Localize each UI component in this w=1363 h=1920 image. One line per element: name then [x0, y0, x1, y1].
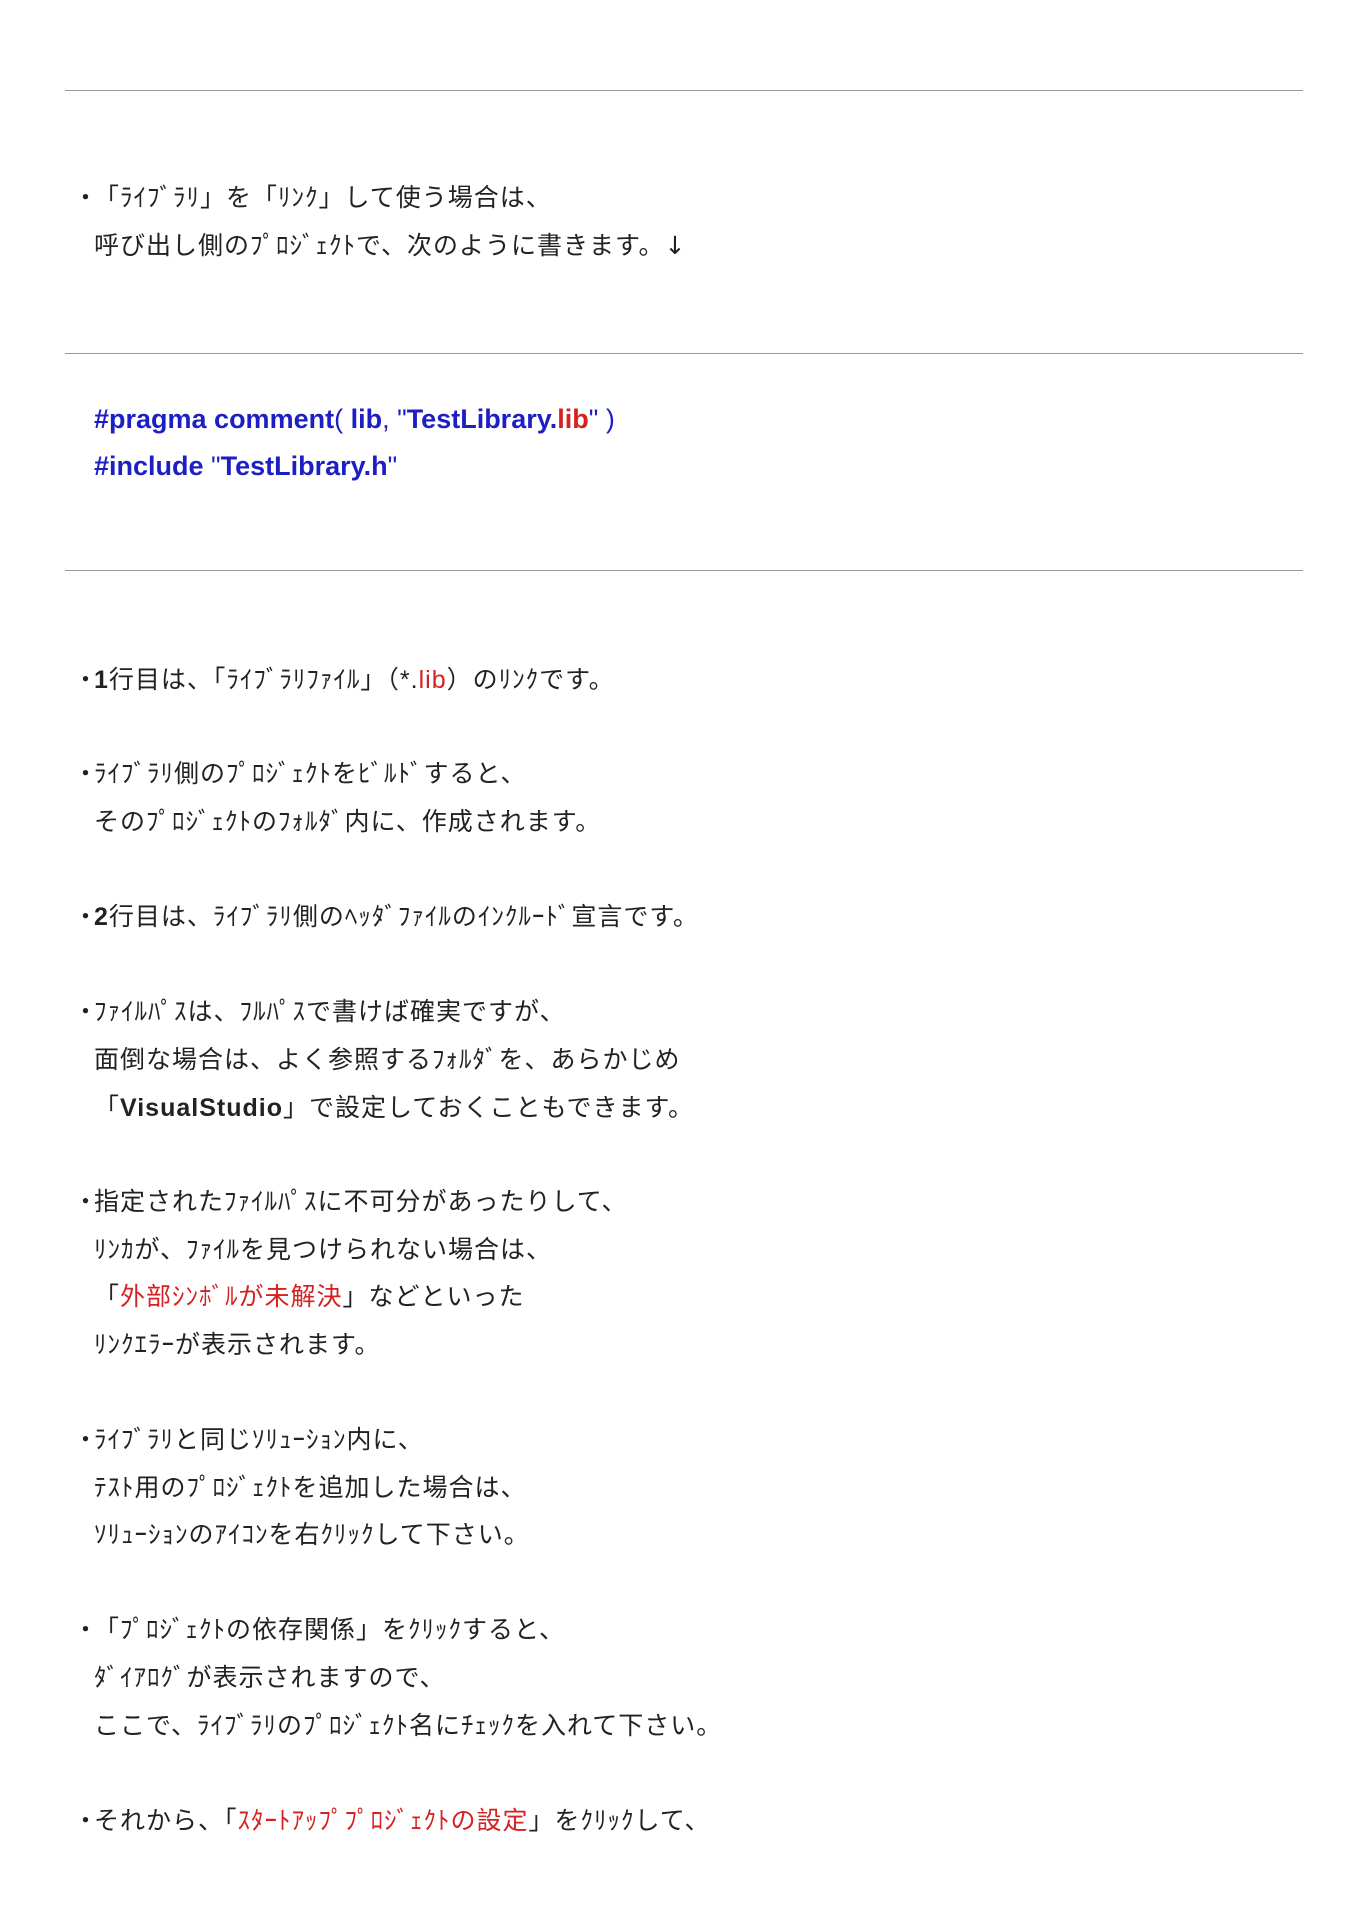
intro-text-2: 呼び出し側のﾌﾟﾛｼﾞｪｸﾄで、次のように書きます。↓	[94, 231, 687, 260]
note-5-text-4: ﾘﾝｸｴﾗｰが表示されます。	[94, 1330, 381, 1359]
bullet: ・	[73, 1425, 100, 1454]
note-7-line-2: ﾀﾞｲｱﾛｸﾞが表示されますので、	[94, 1663, 446, 1693]
note-4-line-1: ・ﾌｧｲﾙﾊﾟｽは、ﾌﾙﾊﾟｽで書けば確実ですが、	[73, 997, 566, 1027]
code-arg: lib	[350, 404, 383, 434]
code-paren-close: )	[598, 404, 615, 434]
intro-text-1: 「ﾗｲﾌﾞﾗﾘ」を「ﾘﾝｸ」して使う場合は、	[94, 183, 552, 212]
note-1: ・1行目は、「ﾗｲﾌﾞﾗﾘﾌｧｲﾙ」（*.lib）のﾘﾝｸです。	[73, 665, 615, 695]
note-4-bracket: 「	[94, 1093, 121, 1122]
note-6-line-3: ｿﾘｭｰｼｮﾝのｱｲｺﾝを右ｸﾘｯｸして下さい。	[94, 1520, 530, 1550]
note-1-text: 行目は、「ﾗｲﾌﾞﾗﾘﾌｧｲﾙ」（	[108, 665, 400, 694]
code-filename: TestLibrary.h	[220, 451, 388, 481]
note-7-line-3: ここで、ﾗｲﾌﾞﾗﾘのﾌﾟﾛｼﾞｪｸﾄ名にﾁｪｯｸを入れて下さい。	[94, 1711, 722, 1741]
note-6-line-1: ・ﾗｲﾌﾞﾗﾘと同じｿﾘｭｰｼｮﾝ内に、	[73, 1425, 424, 1455]
note-6-text-2: ﾃｽﾄ用のﾌﾟﾛｼﾞｪｸﾄを追加した場合は、	[94, 1473, 527, 1502]
code-directive: #include	[94, 451, 204, 481]
note-7-line-1: ・「ﾌﾟﾛｼﾞｪｸﾄの依存関係」をｸﾘｯｸすると、	[73, 1615, 565, 1645]
note-5-text-3: 」などといった	[342, 1282, 525, 1311]
bullet: ・	[73, 665, 100, 694]
code-directive: #pragma comment	[94, 404, 335, 434]
note-3-number: 2	[94, 903, 109, 931]
divider-top	[65, 90, 1303, 91]
note-7-text-3: ここで、ﾗｲﾌﾞﾗﾘのﾌﾟﾛｼﾞｪｸﾄ名にﾁｪｯｸを入れて下さい。	[94, 1711, 723, 1740]
note-4-line-2: 面倒な場合は、よく参照するﾌｫﾙﾀﾞを、あらかじめ	[94, 1045, 681, 1075]
bullet: ・	[73, 902, 100, 931]
note-5-bracket: 「	[94, 1282, 121, 1311]
note-8-text-end: 」をｸﾘｯｸして、	[528, 1806, 711, 1835]
code-line-1: #pragma comment( lib, "TestLibrary.lib" …	[94, 403, 615, 435]
bullet: ・	[73, 1615, 100, 1644]
note-2-text-2: そのﾌﾟﾛｼﾞｪｸﾄのﾌｫﾙﾀﾞ内に、作成されます。	[94, 807, 602, 836]
note-8-menu-item: ｽﾀｰﾄｱｯﾌﾟﾌﾟﾛｼﾞｪｸﾄの設定	[237, 1806, 529, 1835]
note-1-text-end: ）のﾘﾝｸです。	[446, 665, 615, 694]
note-1-ext: lib	[418, 666, 447, 694]
code-comma: ,	[382, 404, 398, 434]
note-2-line-1: ・ﾗｲﾌﾞﾗﾘ側のﾌﾟﾛｼﾞｪｸﾄをﾋﾞﾙﾄﾞすると、	[73, 759, 527, 789]
note-4-text-1: ﾌｧｲﾙﾊﾟｽは、ﾌﾙﾊﾟｽで書けば確実ですが、	[94, 997, 566, 1026]
note-2-text-1: ﾗｲﾌﾞﾗﾘ側のﾌﾟﾛｼﾞｪｸﾄをﾋﾞﾙﾄﾞすると、	[94, 759, 527, 788]
note-6-line-2: ﾃｽﾄ用のﾌﾟﾛｼﾞｪｸﾄを追加した場合は、	[94, 1473, 527, 1503]
note-3: ・2行目は、ﾗｲﾌﾞﾗﾘ側のﾍｯﾀﾞﾌｧｲﾙのｲﾝｸﾙｰﾄﾞ宣言です。	[73, 902, 699, 932]
code-extension: lib	[557, 404, 589, 434]
note-8: ・それから、「ｽﾀｰﾄｱｯﾌﾟﾌﾟﾛｼﾞｪｸﾄの設定」をｸﾘｯｸして、	[73, 1806, 711, 1836]
bullet: ・	[73, 997, 100, 1026]
note-2-line-2: そのﾌﾟﾛｼﾞｪｸﾄのﾌｫﾙﾀﾞ内に、作成されます。	[94, 807, 601, 837]
note-5-line-4: ﾘﾝｸｴﾗｰが表示されます。	[94, 1330, 381, 1360]
note-8-text: それから、「	[94, 1806, 238, 1835]
bullet: ・	[73, 759, 100, 788]
note-6-text-3: ｿﾘｭｰｼｮﾝのｱｲｺﾝを右ｸﾘｯｸして下さい。	[94, 1520, 530, 1549]
note-5-error-text: 外部ｼﾝﾎﾞﾙが未解決	[120, 1282, 343, 1311]
note-7-text-1: 「ﾌﾟﾛｼﾞｪｸﾄの依存関係」をｸﾘｯｸすると、	[94, 1615, 566, 1644]
note-4-text-3: 」で設定しておくこともできます。	[282, 1093, 694, 1122]
note-5-text-2: ﾘﾝｶが、ﾌｧｲﾙを見つけられない場合は、	[94, 1235, 553, 1264]
code-paren-open: (	[334, 404, 351, 434]
divider-code-top	[65, 353, 1303, 354]
code-quote-open: "	[203, 451, 221, 481]
note-4-product-name: VisualStudio	[120, 1094, 283, 1122]
intro-line-2: 呼び出し側のﾌﾟﾛｼﾞｪｸﾄで、次のように書きます。↓	[94, 231, 686, 261]
divider-code-bottom	[65, 570, 1303, 571]
note-3-text: 行目は、ﾗｲﾌﾞﾗﾘ側のﾍｯﾀﾞﾌｧｲﾙのｲﾝｸﾙｰﾄﾞ宣言です。	[108, 902, 699, 931]
bullet: ・	[73, 1806, 100, 1835]
note-6-text-1: ﾗｲﾌﾞﾗﾘと同じｿﾘｭｰｼｮﾝ内に、	[94, 1425, 424, 1454]
intro-line-1: ・「ﾗｲﾌﾞﾗﾘ」を「ﾘﾝｸ」して使う場合は、	[73, 183, 552, 213]
note-5-line-3: 「外部ｼﾝﾎﾞﾙが未解決」などといった	[94, 1282, 525, 1312]
note-4-text-2: 面倒な場合は、よく参照するﾌｫﾙﾀﾞを、あらかじめ	[94, 1045, 681, 1074]
note-5-text-1: 指定されたﾌｧｲﾙﾊﾟｽに不可分があったりして、	[94, 1187, 628, 1216]
code-quote-open: "	[397, 404, 407, 434]
code-quote-close: "	[387, 451, 398, 481]
note-1-star: *.	[399, 666, 419, 694]
note-7-text-2: ﾀﾞｲｱﾛｸﾞが表示されますので、	[94, 1663, 446, 1692]
bullet: ・	[73, 1187, 100, 1216]
code-line-2: #include "TestLibrary.h"	[94, 450, 397, 482]
bullet: ・	[73, 183, 100, 212]
note-1-number: 1	[94, 666, 109, 694]
code-filename: TestLibrary.	[406, 404, 558, 434]
note-5-line-1: ・指定されたﾌｧｲﾙﾊﾟｽに不可分があったりして、	[73, 1187, 628, 1217]
note-5-line-2: ﾘﾝｶが、ﾌｧｲﾙを見つけられない場合は、	[94, 1235, 552, 1265]
note-4-line-3: 「VisualStudio」で設定しておくこともできます。	[94, 1093, 694, 1123]
code-quote-close: "	[588, 404, 599, 434]
